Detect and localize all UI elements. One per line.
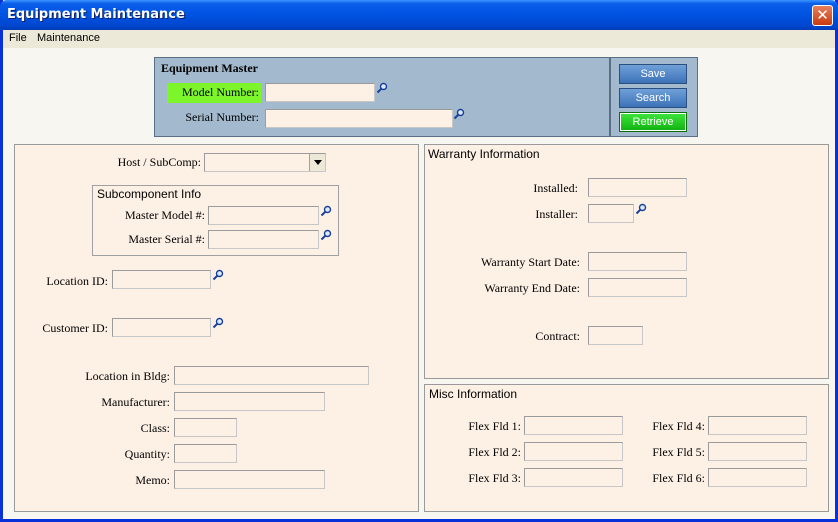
window-title: Equipment Maintenance xyxy=(7,7,185,22)
title-bar[interactable]: Equipment Maintenance ✕ xyxy=(0,0,838,30)
serial-number-label: Serial Number: xyxy=(185,110,259,124)
action-button-panel: Save Search Retrieve xyxy=(610,57,698,137)
quantity-input[interactable] xyxy=(174,444,237,463)
flex4-input[interactable] xyxy=(708,416,807,435)
master-serial-input[interactable] xyxy=(208,230,319,249)
host-subcomp-label: Host / SubComp: xyxy=(117,155,201,169)
close-button[interactable]: ✕ xyxy=(812,5,833,26)
customer-lookup-icon[interactable] xyxy=(212,317,224,329)
flex5-label: Flex Fld 5: xyxy=(652,445,705,459)
master-model-input[interactable] xyxy=(208,206,319,225)
app-window: Equipment Maintenance ✕ File Maintenance… xyxy=(0,0,838,522)
serial-lookup-icon[interactable] xyxy=(453,108,465,120)
flex5-input[interactable] xyxy=(708,442,807,461)
master-model-lookup-icon[interactable] xyxy=(320,205,332,217)
installed-input[interactable] xyxy=(588,178,687,197)
flex3-input[interactable] xyxy=(524,468,623,487)
location-lookup-icon[interactable] xyxy=(212,269,224,281)
memo-input[interactable] xyxy=(174,470,325,489)
client-area: Equipment Master Model Number: Serial Nu… xyxy=(3,48,835,519)
flex6-input[interactable] xyxy=(708,468,807,487)
model-number-label: Model Number: xyxy=(167,83,261,103)
flex2-label: Flex Fld 2: xyxy=(468,445,521,459)
subcomponent-info-title: Subcomponent Info xyxy=(97,187,202,201)
host-subcomp-select[interactable] xyxy=(204,153,326,172)
manufacturer-label: Manufacturer: xyxy=(101,395,170,409)
warranty-start-input[interactable] xyxy=(588,252,687,271)
flex2-input[interactable] xyxy=(524,442,623,461)
installer-input[interactable] xyxy=(588,204,634,223)
master-serial-lookup-icon[interactable] xyxy=(320,229,332,241)
installed-label: Installed: xyxy=(533,181,578,195)
flex3-label: Flex Fld 3: xyxy=(468,471,521,485)
serial-number-input[interactable] xyxy=(265,109,453,128)
customer-id-input[interactable] xyxy=(112,318,211,337)
location-id-input[interactable] xyxy=(112,270,211,289)
model-number-input[interactable] xyxy=(265,83,375,102)
menu-file[interactable]: File xyxy=(9,32,27,44)
equipment-master-panel: Equipment Master Model Number: Serial Nu… xyxy=(154,57,610,137)
warranty-title: Warranty Information xyxy=(428,147,540,161)
location-id-label: Location ID: xyxy=(46,274,108,288)
customer-id-label: Customer ID: xyxy=(42,321,108,335)
installer-label: Installer: xyxy=(535,207,578,221)
class-label: Class: xyxy=(140,421,170,435)
save-button[interactable]: Save xyxy=(619,64,687,84)
equipment-master-title: Equipment Master xyxy=(161,61,258,75)
menu-maintenance[interactable]: Maintenance xyxy=(37,32,100,44)
flex1-input[interactable] xyxy=(524,416,623,435)
retrieve-button[interactable]: Retrieve xyxy=(619,112,687,132)
location-bldg-input[interactable] xyxy=(174,366,369,385)
flex1-label: Flex Fld 1: xyxy=(468,419,521,433)
warranty-end-input[interactable] xyxy=(588,278,687,297)
master-serial-label: Master Serial #: xyxy=(128,232,205,246)
manufacturer-input[interactable] xyxy=(174,392,325,411)
warranty-start-label: Warranty Start Date: xyxy=(481,255,580,269)
menu-bar: File Maintenance xyxy=(3,30,835,48)
memo-label: Memo: xyxy=(135,473,170,487)
contract-input[interactable] xyxy=(588,326,643,345)
search-button[interactable]: Search xyxy=(619,88,687,108)
flex4-label: Flex Fld 4: xyxy=(652,419,705,433)
class-input[interactable] xyxy=(174,418,237,437)
quantity-label: Quantity: xyxy=(124,447,170,461)
contract-label: Contract: xyxy=(535,329,580,343)
location-bldg-label: Location in Bldg: xyxy=(85,369,170,383)
installer-lookup-icon[interactable] xyxy=(635,203,647,215)
warranty-end-label: Warranty End Date: xyxy=(484,281,580,295)
flex6-label: Flex Fld 6: xyxy=(652,471,705,485)
misc-title: Misc Information xyxy=(429,387,518,401)
master-model-label: Master Model #: xyxy=(125,208,205,222)
chevron-down-icon[interactable] xyxy=(309,154,325,171)
model-lookup-icon[interactable] xyxy=(376,82,388,94)
